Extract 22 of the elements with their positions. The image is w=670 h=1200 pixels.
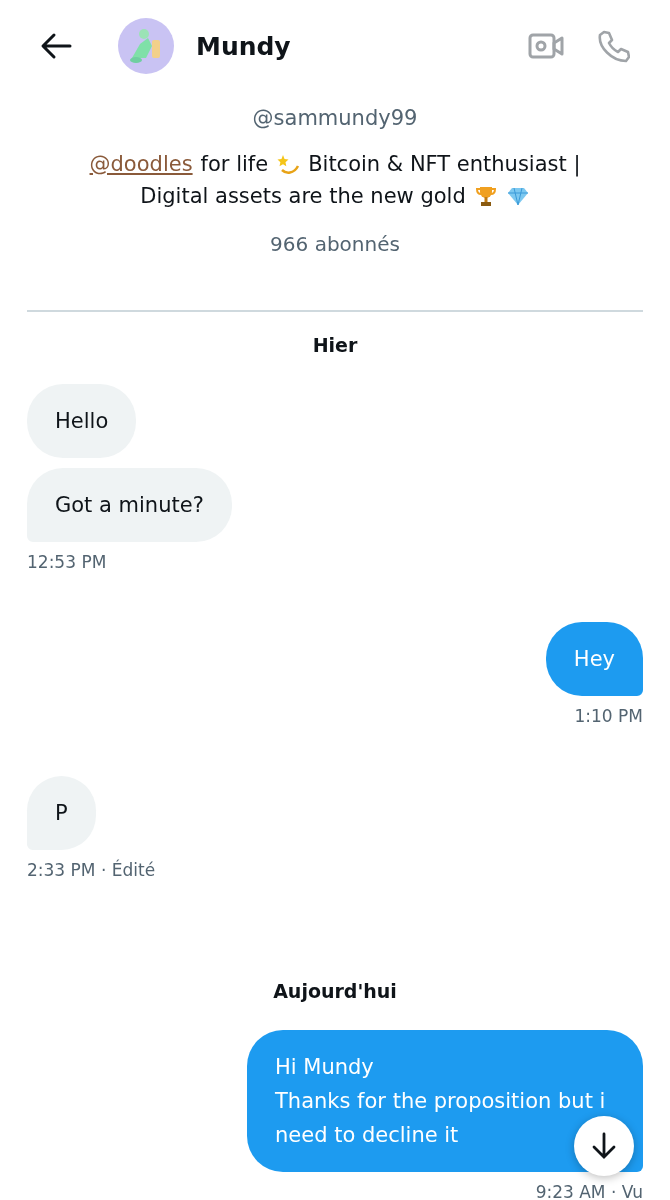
message-bubble: Got a minute? xyxy=(27,468,232,542)
arrow-down-icon xyxy=(592,1132,616,1160)
message-time: 1:10 PM xyxy=(574,706,643,726)
message-bubble: Hey xyxy=(545,622,643,696)
follower-count: 966 abonnés xyxy=(270,232,400,256)
message-bubble: P xyxy=(27,776,96,850)
message-time: 9:23 AM · Vu xyxy=(535,1182,643,1200)
contact-name: Mundy xyxy=(196,31,291,61)
trophy-icon xyxy=(473,184,498,208)
avatar xyxy=(118,18,174,74)
user-handle: @sammundy99 xyxy=(252,106,418,130)
message-bubble: Hello xyxy=(27,384,137,458)
date-separator: Aujourd'hui xyxy=(273,980,397,1002)
bio-text: Digital assets are the new gold xyxy=(140,184,466,208)
message-bubble: Hi Mundy Thanks for the proposition but i need to decline it xyxy=(247,1030,643,1172)
bio-text: for life xyxy=(200,152,269,176)
date-separator: Hier xyxy=(312,334,358,356)
bio-text: Bitcoin & NFT enthusiast | xyxy=(308,152,581,176)
mention-link[interactable]: @doodles xyxy=(89,152,193,176)
message-time: 12:53 PM xyxy=(27,552,107,572)
back-arrow-icon[interactable] xyxy=(40,32,72,60)
message-time: 2:33 PM · Édité xyxy=(27,860,156,880)
